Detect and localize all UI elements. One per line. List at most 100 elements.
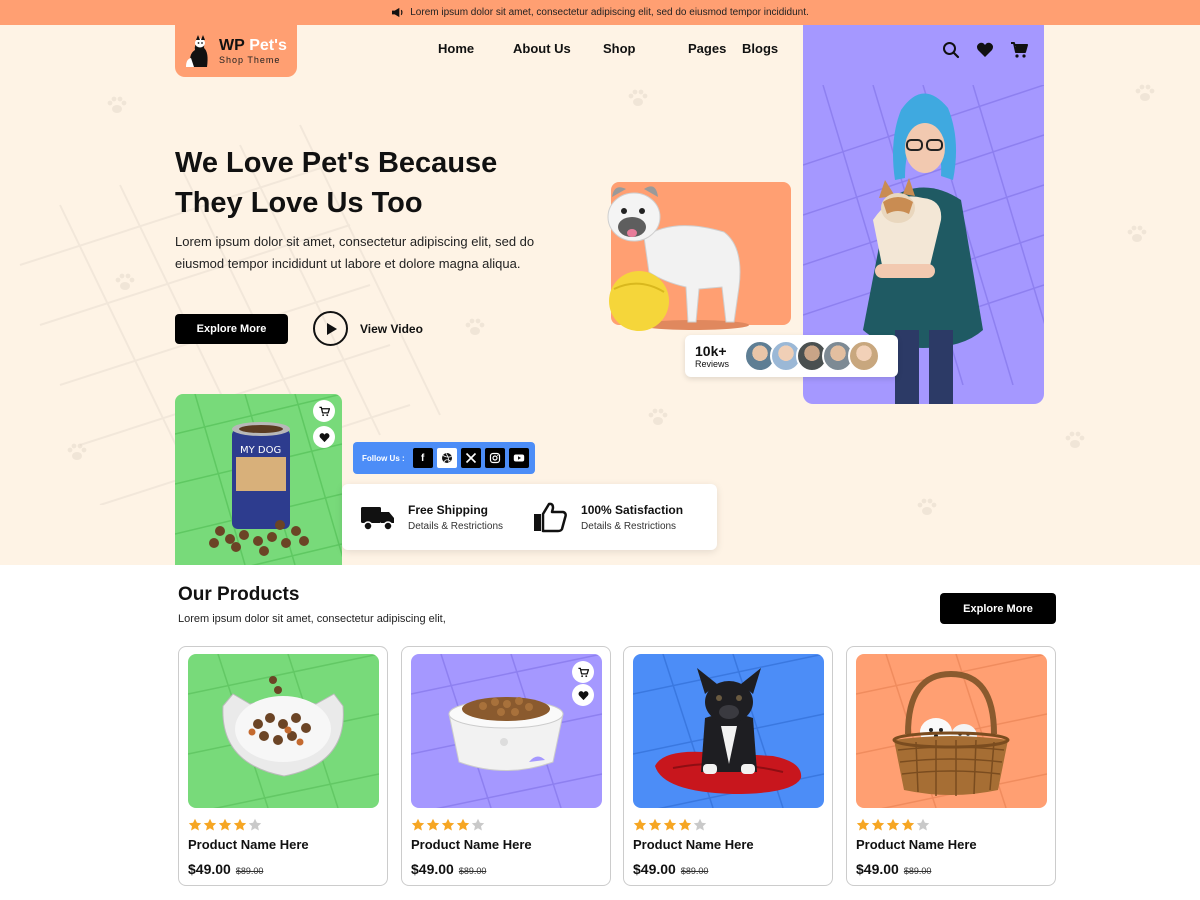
dog-food-can-card[interactable]: MY DOG xyxy=(175,394,342,565)
products-explore-button[interactable]: Explore More xyxy=(940,593,1056,624)
star-icon xyxy=(886,818,900,831)
star-empty-icon xyxy=(471,818,485,831)
announcement-text: Lorem ipsum dolor sit amet, consectetur … xyxy=(410,7,809,18)
add-to-cart-button[interactable] xyxy=(313,400,335,422)
star-icon xyxy=(648,818,662,831)
follow-us-bar: Follow Us : f xyxy=(353,442,535,474)
feature-subtitle: Details & Restrictions xyxy=(581,520,677,532)
product-image xyxy=(188,654,379,808)
star-icon xyxy=(441,818,455,831)
product-price: $49.00 $89.00 xyxy=(411,861,486,877)
product-name[interactable]: Product Name Here xyxy=(633,837,754,852)
feature-satisfaction: 100% Satisfaction Details & Restrictions xyxy=(533,501,683,533)
heart-icon[interactable] xyxy=(976,41,994,59)
product-name[interactable]: Product Name Here xyxy=(188,837,309,852)
paw-decoration xyxy=(115,273,135,290)
features-card: Free Shipping Details & Restrictions 100… xyxy=(342,484,717,550)
rating-stars xyxy=(188,818,262,832)
product-old-price: $89.00 xyxy=(903,866,932,876)
instagram-icon[interactable] xyxy=(484,448,505,468)
x-twitter-icon[interactable] xyxy=(460,448,481,468)
feature-subtitle: Details & Restrictions xyxy=(408,520,504,532)
star-empty-icon xyxy=(916,818,930,831)
product-card[interactable]: Product Name Here $49.00 $89.00 xyxy=(178,646,388,886)
megaphone-icon xyxy=(392,7,403,18)
reviews-badge: 10k+ Reviews xyxy=(685,335,898,377)
product-name[interactable]: Product Name Here xyxy=(856,837,977,852)
paw-decoration xyxy=(917,498,937,515)
dribbble-icon[interactable] xyxy=(436,448,457,468)
star-icon xyxy=(203,818,217,831)
thumbs-up-icon xyxy=(534,502,567,533)
paw-decoration xyxy=(648,408,668,425)
paw-decoration xyxy=(1127,225,1147,242)
paw-decoration xyxy=(67,443,87,460)
hero-title-line-2: They Love Us Too xyxy=(175,187,423,219)
reviews-count: 10k+ xyxy=(695,342,727,359)
star-icon xyxy=(871,818,885,831)
paw-decoration xyxy=(465,318,485,335)
product-old-price: $89.00 xyxy=(235,866,264,876)
dog-food-can-image: MY DOG xyxy=(209,422,309,556)
product-card[interactable]: Product Name Here $49.00 $89.00 xyxy=(623,646,833,886)
paw-decoration xyxy=(107,96,127,113)
cat-food-bowl-image xyxy=(188,654,379,808)
star-icon xyxy=(901,818,915,831)
nav-item-home[interactable]: Home xyxy=(438,41,513,56)
truck-icon xyxy=(361,507,394,531)
product-name[interactable]: Product Name Here xyxy=(411,837,532,852)
product-card[interactable]: Product Name Here $49.00 $89.00 xyxy=(846,646,1056,886)
paw-decoration xyxy=(628,89,648,106)
star-empty-icon xyxy=(248,818,262,831)
youtube-icon[interactable] xyxy=(508,448,529,468)
star-icon xyxy=(426,818,440,831)
nav-item-about-us[interactable]: About Us xyxy=(513,41,603,56)
product-old-price: $89.00 xyxy=(458,866,487,876)
puppies-in-basket-image xyxy=(856,654,1047,808)
main-nav: Home About Us Shop Pages Blogs xyxy=(438,41,782,56)
star-icon xyxy=(678,818,692,831)
logo-brand-prefix: WP xyxy=(219,36,245,54)
paw-decoration xyxy=(1135,84,1155,101)
product-price: $49.00 $89.00 xyxy=(188,861,263,877)
star-icon xyxy=(218,818,232,831)
wishlist-button[interactable] xyxy=(313,426,335,448)
nav-item-blogs[interactable]: Blogs xyxy=(742,41,782,56)
feature-title: Free Shipping xyxy=(408,502,489,517)
site-logo[interactable]: WP Pet's Shop Theme xyxy=(175,25,297,77)
french-bulldog-on-cushion-image xyxy=(633,654,824,808)
add-to-cart-button[interactable] xyxy=(572,661,594,683)
view-video-button[interactable]: View Video xyxy=(313,311,423,346)
product-image xyxy=(633,654,824,808)
hero-section: WP Pet's Shop Theme Home About Us Shop P… xyxy=(0,25,1200,565)
header-actions xyxy=(942,41,1028,59)
rating-stars xyxy=(411,818,485,832)
rating-stars xyxy=(633,818,707,832)
star-icon xyxy=(856,818,870,831)
reviews-label: Reviews xyxy=(695,358,730,369)
svg-text:MY DOG: MY DOG xyxy=(240,445,281,456)
hero-description: Lorem ipsum dolor sit amet, consectetur … xyxy=(175,234,535,271)
logo-tagline: Shop Theme xyxy=(219,54,281,65)
nav-item-shop[interactable]: Shop xyxy=(603,41,688,56)
star-icon xyxy=(663,818,677,831)
cart-icon[interactable] xyxy=(1010,41,1028,59)
star-icon xyxy=(633,818,647,831)
product-price: $49.00 $89.00 xyxy=(856,861,931,877)
search-icon[interactable] xyxy=(942,41,960,59)
play-icon xyxy=(313,311,348,346)
product-card[interactable]: Product Name Here $49.00 $89.00 xyxy=(401,646,611,886)
paw-decoration xyxy=(1065,431,1085,448)
wishlist-button[interactable] xyxy=(572,684,594,706)
product-price: $49.00 $89.00 xyxy=(633,861,708,877)
logo-brand-name: Pet's xyxy=(249,36,287,54)
hero-explore-button[interactable]: Explore More xyxy=(175,314,288,344)
rating-stars xyxy=(856,818,930,832)
follow-us-label: Follow Us : xyxy=(362,453,405,463)
facebook-icon[interactable]: f xyxy=(412,448,433,468)
star-icon xyxy=(188,818,202,831)
product-current-price: $49.00 xyxy=(188,861,231,877)
announcement-bar: Lorem ipsum dolor sit amet, consectetur … xyxy=(0,0,1200,25)
nav-item-pages[interactable]: Pages xyxy=(688,41,742,56)
product-image xyxy=(411,654,602,808)
